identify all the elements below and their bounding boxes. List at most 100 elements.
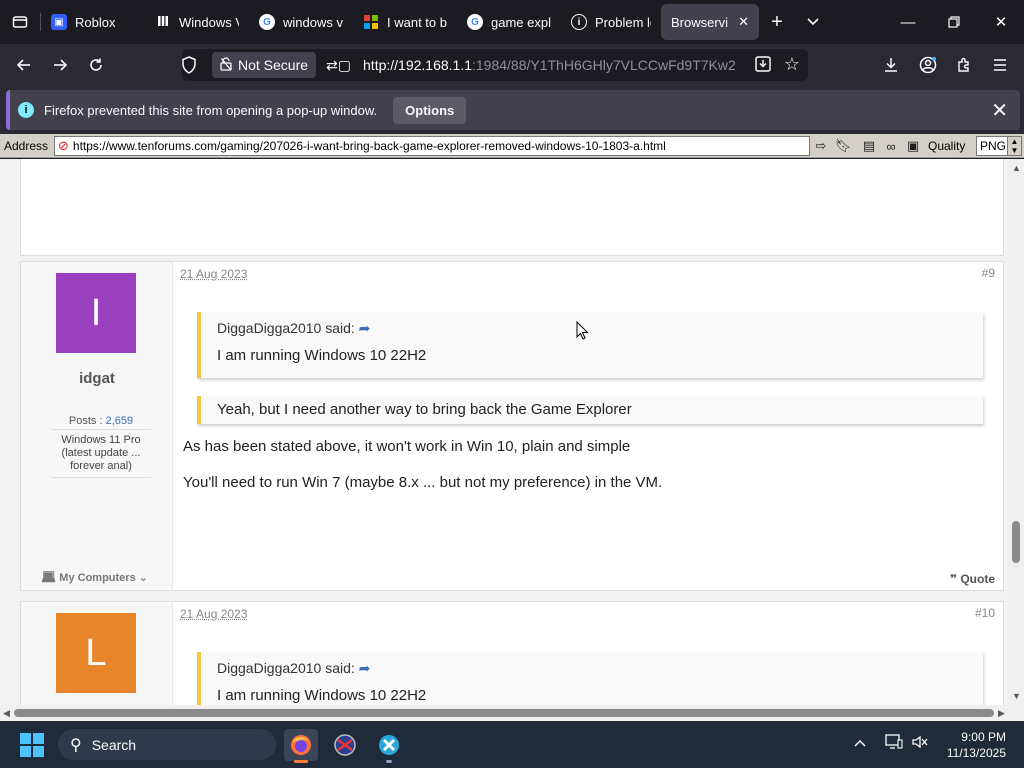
scrollbar-thumb[interactable] bbox=[1012, 521, 1020, 563]
taskbar: ⚲ Search 9:00 PM 11/13/2025 bbox=[0, 721, 1024, 768]
scroll-down-icon[interactable]: ▼ bbox=[1012, 691, 1021, 701]
clock-time: 9:00 PM bbox=[961, 730, 1006, 744]
url-host: http://192.168.1.1 bbox=[363, 57, 472, 73]
tab-problem-lo[interactable]: i Problem lo bbox=[561, 4, 661, 40]
unlock-icon bbox=[220, 56, 232, 74]
avatar[interactable]: L bbox=[56, 613, 136, 693]
tab-title: game explo bbox=[491, 14, 551, 30]
quote-text: I am running Windows 10 22H2 bbox=[217, 347, 427, 364]
share-arrow-icon[interactable]: ➦ bbox=[359, 660, 371, 676]
quality-spinner-icon[interactable]: ▲ ▼ bbox=[1007, 137, 1021, 155]
taskbar-search[interactable]: ⚲ Search bbox=[58, 729, 276, 760]
scroll-left-icon[interactable]: ◀ bbox=[3, 708, 10, 719]
post-10: L 21 Aug 2023 #10 DiggaDigga2010 said: ➦… bbox=[20, 601, 1004, 705]
tab-windows-v[interactable]: Ⅲ Windows V bbox=[145, 4, 249, 40]
my-computers-label: My Computers bbox=[59, 572, 136, 584]
close-tab-icon[interactable]: ✕ bbox=[738, 14, 749, 30]
os-line: Windows 11 Pro bbox=[61, 434, 141, 446]
extensions-icon[interactable] bbox=[946, 49, 982, 81]
scroll-right-icon[interactable]: ▶ bbox=[998, 708, 1005, 719]
quote-block: Yeah, but I need another way to bring ba… bbox=[197, 396, 983, 424]
network-display-icon[interactable] bbox=[885, 734, 903, 753]
avatar[interactable]: I bbox=[56, 273, 136, 353]
system-clock[interactable]: 9:00 PM 11/13/2025 bbox=[947, 729, 1006, 761]
url-bar[interactable]: Not Secure ⇄▢ http://192.168.1.1:1984/88… bbox=[182, 49, 808, 81]
tab-title: Roblox bbox=[75, 14, 116, 30]
insecure-lock-icon: ⊘ bbox=[58, 138, 69, 153]
downloads-icon[interactable] bbox=[873, 49, 909, 81]
scrollbar-thumb[interactable] bbox=[14, 709, 994, 717]
search-icon: ⚲ bbox=[70, 736, 82, 754]
restore-button[interactable] bbox=[931, 0, 977, 44]
scroll-up-icon[interactable]: ▲ bbox=[1012, 163, 1021, 173]
close-notification-icon[interactable]: ✕ bbox=[991, 98, 1008, 123]
tab-browservice[interactable]: Browservice ✕ bbox=[661, 4, 759, 40]
wikipedia-icon: Ⅲ bbox=[156, 14, 170, 29]
tab-title: Browservice bbox=[671, 14, 729, 30]
find-binoculars-icon[interactable]: ∞ bbox=[882, 137, 900, 155]
xming-taskbar-icon[interactable] bbox=[372, 729, 406, 763]
options-button[interactable]: Options bbox=[393, 96, 467, 124]
posts-count-link[interactable]: 2,659 bbox=[106, 415, 134, 427]
save-page-icon[interactable] bbox=[754, 55, 772, 78]
tab-title: Problem lo bbox=[595, 14, 651, 30]
quote-author: DiggaDigga2010 said: bbox=[217, 320, 355, 336]
bookmark-star-icon[interactable]: ☆ bbox=[784, 54, 800, 75]
close-window-button[interactable]: ✕ bbox=[978, 0, 1024, 44]
tab-title: I want to b bbox=[387, 14, 447, 30]
post-number[interactable]: #10 bbox=[975, 606, 995, 620]
permissions-icon[interactable]: ⇄▢ bbox=[326, 57, 351, 74]
post-count: Posts : 2,659 bbox=[51, 415, 151, 430]
globe-app-taskbar-icon[interactable] bbox=[328, 729, 362, 761]
quote-block: DiggaDigga2010 said: ➦ I am running Wind… bbox=[197, 652, 983, 705]
volume-muted-icon[interactable] bbox=[911, 734, 929, 753]
not-secure-indicator[interactable]: Not Secure bbox=[212, 52, 317, 78]
tab-windows-vi[interactable]: G windows vi bbox=[249, 4, 353, 40]
vertical-scrollbar[interactable]: ▲ ▼ bbox=[1008, 159, 1024, 705]
paste-icon[interactable]: ▣ bbox=[904, 137, 922, 155]
shield-icon[interactable] bbox=[181, 56, 197, 79]
my-computers-button[interactable]: 💻︎ My Computers ⌄ bbox=[41, 570, 148, 584]
start-button[interactable] bbox=[20, 733, 44, 757]
address-field[interactable]: ⊘ https://www.tenforums.com/gaming/20702… bbox=[54, 136, 810, 156]
forward-button[interactable] bbox=[42, 49, 78, 81]
quote-button-label: Quote bbox=[960, 572, 995, 586]
navigation-toolbar: Not Secure ⇄▢ http://192.168.1.1:1984/88… bbox=[0, 44, 1024, 86]
browservice-toolbar: Address ⊘ https://www.tenforums.com/gami… bbox=[0, 134, 1024, 158]
page-content: I idgat Posts : 2,659 Windows 11 Pro (la… bbox=[0, 159, 1008, 705]
firefox-view-icon[interactable] bbox=[0, 0, 40, 44]
quality-select[interactable]: PNG ▲ ▼ bbox=[976, 136, 1022, 156]
post-date[interactable]: 21 Aug 2023 bbox=[180, 607, 247, 621]
quote-text: I am running Windows 10 22H2 bbox=[217, 687, 427, 704]
show-hidden-icons-chevron-icon[interactable] bbox=[854, 735, 866, 750]
minimize-button[interactable]: — bbox=[885, 0, 931, 44]
roblox-icon: ▣ bbox=[51, 14, 67, 30]
horizontal-scrollbar[interactable]: ◀ ▶ bbox=[0, 705, 1024, 721]
post-body-line: As has been stated above, it won't work … bbox=[183, 438, 631, 455]
post-user-column: L bbox=[21, 602, 173, 705]
tab-i-want-to[interactable]: I want to b bbox=[353, 4, 457, 40]
username[interactable]: idgat bbox=[21, 370, 173, 387]
clipboard-icon[interactable]: ▤ bbox=[860, 137, 878, 155]
back-button[interactable] bbox=[6, 49, 42, 81]
list-all-tabs-button[interactable] bbox=[795, 4, 831, 40]
bookmark-icon[interactable]: 🔖︎ bbox=[834, 137, 852, 155]
post-number[interactable]: #9 bbox=[982, 266, 995, 280]
os-line: (latest update ... bbox=[61, 447, 141, 459]
share-arrow-icon[interactable]: ➦ bbox=[359, 320, 371, 336]
tab-roblox[interactable]: ▣ Roblox bbox=[41, 4, 145, 40]
info-icon: i bbox=[571, 14, 587, 30]
post-date[interactable]: 21 Aug 2023 bbox=[180, 267, 247, 281]
firefox-taskbar-icon[interactable] bbox=[284, 729, 318, 763]
go-arrow-icon[interactable]: ⇨ bbox=[812, 137, 830, 155]
tab-game-explo[interactable]: G game explo bbox=[457, 4, 561, 40]
menu-icon[interactable] bbox=[982, 49, 1018, 81]
quote-button[interactable]: ❞ Quote bbox=[950, 572, 995, 586]
laptop-icon: 💻︎ bbox=[41, 570, 57, 584]
reload-button[interactable] bbox=[78, 49, 114, 81]
address-text: https://www.tenforums.com/gaming/207026-… bbox=[72, 139, 666, 153]
url-text[interactable]: http://192.168.1.1:1984/88/Y1ThH6GHly7VL… bbox=[363, 57, 735, 73]
quality-value: PNG bbox=[980, 139, 1007, 153]
new-tab-button[interactable]: + bbox=[759, 4, 795, 40]
account-icon[interactable] bbox=[910, 49, 946, 81]
